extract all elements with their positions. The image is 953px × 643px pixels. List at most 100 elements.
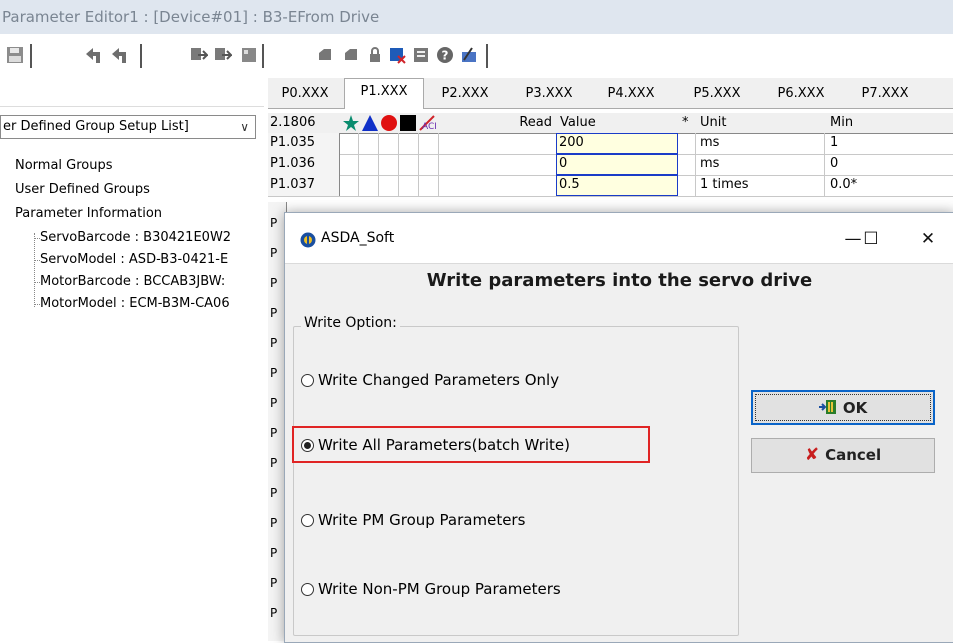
param-value[interactable]: 200 bbox=[556, 133, 678, 154]
cancel-label: Cancel bbox=[825, 446, 882, 464]
compare-icon[interactable] bbox=[388, 46, 406, 64]
option-write-changed[interactable]: Write Changed Parameters Only bbox=[301, 369, 559, 391]
star-icon[interactable] bbox=[342, 114, 360, 132]
row-stub[interactable]: P bbox=[270, 426, 277, 440]
read-all-icon[interactable] bbox=[110, 46, 128, 64]
param-min: 0.0* bbox=[830, 177, 858, 192]
cancel-x-icon: ✘ bbox=[804, 445, 820, 465]
tree-item-motor-barcode[interactable]: MotorBarcode : BCCAB3JBW: bbox=[40, 272, 252, 292]
param-id: P1.036 bbox=[268, 154, 340, 175]
grid-header-star: * bbox=[682, 115, 689, 130]
export-icon[interactable] bbox=[412, 46, 430, 64]
row-stub[interactable]: P bbox=[270, 336, 277, 350]
row-stub[interactable]: P bbox=[270, 246, 277, 260]
help-icon[interactable]: ? bbox=[436, 46, 454, 64]
radio-button[interactable] bbox=[301, 583, 314, 596]
triangle-icon[interactable] bbox=[361, 114, 379, 132]
tree-item-motor-model[interactable]: MotorModel : ECM-B3M-CA06 bbox=[40, 294, 252, 314]
svg-text:ACL: ACL bbox=[422, 122, 436, 132]
tab-p0[interactable]: P0.XXX bbox=[268, 82, 342, 108]
toolbar-separator bbox=[486, 44, 488, 68]
tree-item-normal-groups[interactable]: Normal Groups bbox=[15, 156, 113, 176]
table-row[interactable]: P1.036 0 ms 0 bbox=[268, 154, 953, 176]
row-stub[interactable]: P bbox=[270, 216, 277, 230]
write-all-icon[interactable] bbox=[214, 46, 232, 64]
tree-connector bbox=[34, 260, 40, 261]
row-stub[interactable]: P bbox=[270, 516, 277, 530]
grid-icon[interactable] bbox=[240, 46, 258, 64]
tab-p1[interactable]: P1.XXX bbox=[344, 78, 424, 109]
param-unit: ms bbox=[700, 135, 720, 150]
param-min: 1 bbox=[830, 135, 839, 150]
dialog-headline: Write parameters into the servo drive bbox=[285, 263, 953, 299]
option-write-pm-group[interactable]: Write PM Group Parameters bbox=[301, 509, 525, 531]
tree-item-parameter-information[interactable]: Parameter Information bbox=[15, 204, 162, 224]
radio-button[interactable] bbox=[301, 374, 314, 387]
ok-label: OK bbox=[842, 399, 868, 417]
param-min: 0 bbox=[830, 156, 839, 171]
radio-button[interactable] bbox=[301, 514, 314, 527]
row-stub[interactable]: P bbox=[270, 546, 277, 560]
radio-button-selected[interactable] bbox=[301, 439, 314, 452]
tree-item-servo-model[interactable]: ServoModel : ASD-B3-0421-E bbox=[40, 250, 252, 270]
param-id: P1.037 bbox=[268, 175, 340, 196]
lock-icon[interactable] bbox=[366, 46, 384, 64]
close-button[interactable]: ✕ bbox=[913, 225, 943, 253]
tree-connector bbox=[34, 233, 35, 307]
tab-p2[interactable]: P2.XXX bbox=[428, 82, 502, 108]
dialog-app-title: ASDA_Soft bbox=[321, 230, 395, 246]
tree-connector bbox=[34, 304, 40, 305]
write-icon[interactable] bbox=[190, 46, 208, 64]
row-stub[interactable]: P bbox=[270, 366, 277, 380]
left-panel-header bbox=[0, 78, 264, 107]
print-icon[interactable] bbox=[316, 46, 334, 64]
read-icon[interactable] bbox=[84, 46, 102, 64]
ok-button[interactable]: OK bbox=[751, 390, 935, 425]
option-label: Write PM Group Parameters bbox=[318, 511, 526, 529]
param-unit: ms bbox=[700, 156, 720, 171]
tab-p5[interactable]: P5.XXX bbox=[680, 82, 754, 108]
param-id: P1.035 bbox=[268, 133, 340, 154]
tab-p3[interactable]: P3.XXX bbox=[512, 82, 586, 108]
maximize-button[interactable]: ☐ bbox=[856, 225, 886, 253]
write-option-label: Write Option: bbox=[301, 315, 400, 331]
tree-item-user-defined-groups[interactable]: User Defined Groups bbox=[15, 180, 150, 200]
option-write-all[interactable]: Write All Parameters(batch Write) bbox=[301, 434, 570, 456]
param-value[interactable]: 0.5 bbox=[556, 175, 678, 196]
row-stub[interactable]: P bbox=[270, 306, 277, 320]
row-stub[interactable]: P bbox=[270, 606, 277, 620]
tree-item-servo-barcode[interactable]: ServoBarcode : B30421E0W2 bbox=[40, 228, 252, 248]
chevron-down-icon[interactable]: ∨ bbox=[240, 116, 249, 138]
group-list-combo-value: er Defined Group Setup List] bbox=[3, 119, 189, 134]
row-stub[interactable]: P bbox=[270, 456, 277, 470]
option-label: Write All Parameters(batch Write) bbox=[318, 436, 571, 454]
cancel-button[interactable]: ✘ Cancel bbox=[751, 438, 935, 473]
table-row[interactable]: P1.035 200 ms 1 bbox=[268, 133, 953, 155]
tree-connector bbox=[34, 282, 40, 283]
grid-header-read: Read bbox=[519, 115, 552, 130]
grid-header-min: Min bbox=[830, 115, 854, 130]
filter-clear-icon[interactable]: ACL bbox=[418, 114, 436, 132]
square-icon[interactable] bbox=[399, 114, 417, 132]
write-to-drive-icon bbox=[818, 400, 836, 414]
option-label: Write Changed Parameters Only bbox=[318, 371, 560, 389]
row-stub[interactable]: P bbox=[270, 276, 277, 290]
row-stub[interactable]: P bbox=[270, 396, 277, 410]
row-stub[interactable]: P bbox=[270, 576, 277, 590]
group-list-combo[interactable]: er Defined Group Setup List] ∨ bbox=[0, 115, 256, 139]
tools-icon[interactable] bbox=[460, 46, 478, 64]
tab-p7[interactable]: P7.XXX bbox=[848, 82, 922, 108]
tab-p6[interactable]: P6.XXX bbox=[764, 82, 838, 108]
write-parameters-dialog: ASDA_Soft — ☐ ✕ Write parameters into th… bbox=[284, 212, 953, 643]
tab-p4[interactable]: P4.XXX bbox=[594, 82, 668, 108]
row-stub[interactable]: P bbox=[270, 486, 277, 500]
save-icon[interactable] bbox=[6, 46, 24, 64]
grid-header: 2.1806 ACL Read Value * Unit Min bbox=[268, 113, 953, 134]
print-preview-icon[interactable] bbox=[342, 46, 360, 64]
param-value[interactable]: 0 bbox=[556, 154, 678, 175]
option-write-non-pm-group[interactable]: Write Non-PM Group Parameters bbox=[301, 578, 561, 600]
dialog-body: Write Option: Write Changed Parameters O… bbox=[285, 298, 953, 642]
circle-icon[interactable] bbox=[380, 114, 398, 132]
table-row[interactable]: P1.037 0.5 1 times 0.0* bbox=[268, 175, 953, 197]
grid-version: 2.1806 bbox=[270, 115, 316, 130]
